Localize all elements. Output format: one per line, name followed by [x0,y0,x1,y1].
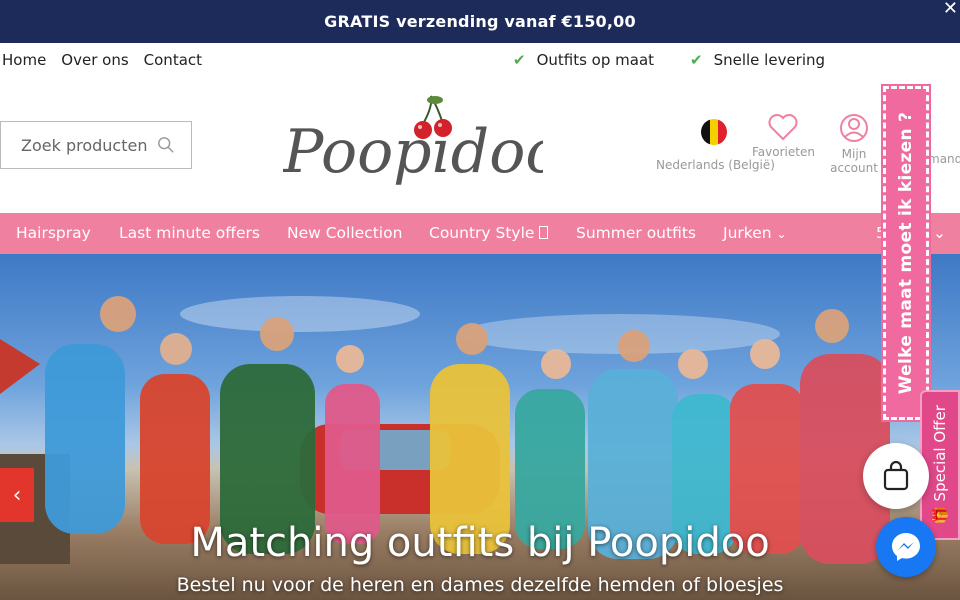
cherry-logo-icon: Poopidoo [282,95,561,187]
menu-item-jurken[interactable]: Jurken ⌄ [723,224,787,242]
secondary-nav: Home Over ons Contact ✔ Outfits op maat … [0,43,960,76]
usp-delivery: ✔ Snelle levering [690,51,825,69]
announcement-text: GRATIS verzending vanaf €150,00 [324,12,636,31]
usp-outfits: ✔ Outfits op maat [513,51,654,69]
nav-link-contact[interactable]: Contact [144,51,202,69]
menu-item-new-collection[interactable]: New Collection [287,224,402,242]
chevron-down-icon[interactable]: ⌄ [933,224,946,242]
user-icon [840,114,868,142]
check-icon: ✔ [513,51,526,69]
menu-item-label: Jurken [723,224,772,242]
cart-link[interactable]: mand [928,152,960,166]
size-help-tab[interactable]: Welke maat moet ik kiezen ? [881,84,931,422]
menu-item-last-minute[interactable]: Last minute offers [119,224,260,242]
usp-label: Outfits op maat [536,51,655,69]
svg-text:Poopidoo: Poopidoo [283,117,543,187]
special-offer-text: Special Offer [931,405,949,502]
hero-banner[interactable]: ‹ Matching outfits bij Poopidoo Bestel n… [0,254,960,600]
gift-icon: 🎁 [931,501,949,525]
account-label-line2: account [830,161,878,175]
hero-title: Matching outfits bij Poopidoo [190,520,770,566]
size-help-label: Welke maat moet ik kiezen ? [896,111,916,395]
menu-item-hairspray[interactable]: Hairspray [16,224,91,242]
cart-label: mand [928,152,960,166]
special-offer-label: 🎁 Special Offer [931,405,949,525]
chevron-down-icon: ⌄ [776,227,787,241]
menu-item-summer-outfits[interactable]: Summer outfits [576,224,696,242]
language-label: Nederlands (België) [656,158,775,172]
belgium-flag-icon[interactable] [701,119,727,145]
menu-item-label: Country Style [429,224,540,242]
menu-item-country-style[interactable]: Country Style [429,224,549,242]
floating-cart-button[interactable] [863,443,929,509]
announcement-bar: GRATIS verzending vanaf €150,00 ✕ [0,0,960,43]
account-label-line1: Mijn [841,147,867,161]
search-input[interactable]: Zoek producten [0,121,192,169]
language-selector[interactable]: Nederlands (België) [656,158,775,172]
nav-link-home[interactable]: Home [2,51,46,69]
site-header: Zoek producten Poopidoo Nederlands (Belg… [0,76,960,213]
chevron-left-icon: ‹ [12,482,22,508]
slider-prev-button[interactable]: ‹ [0,468,34,522]
search-placeholder: Zoek producten [21,135,148,155]
messenger-chat-button[interactable] [876,517,936,577]
favorites-link[interactable]: Favorieten [752,112,815,159]
close-icon[interactable]: ✕ [943,0,958,18]
main-menu: Hairspray Last minute offers New Collect… [0,213,960,254]
usp-label: Snelle levering [713,51,826,69]
heart-icon [768,114,798,141]
check-icon: ✔ [690,51,703,69]
messenger-icon [892,533,920,561]
nav-link-over-ons[interactable]: Over ons [61,51,128,69]
hero-subtitle: Bestel nu voor de heren en dames dezelfd… [176,574,784,596]
missing-glyph-icon [539,226,549,239]
site-logo[interactable]: Poopidoo [282,94,561,194]
search-icon[interactable] [157,136,175,154]
favorites-label: Favorieten [752,145,815,159]
account-link[interactable]: Mijn account [826,112,882,175]
shopping-bag-icon [883,461,909,491]
